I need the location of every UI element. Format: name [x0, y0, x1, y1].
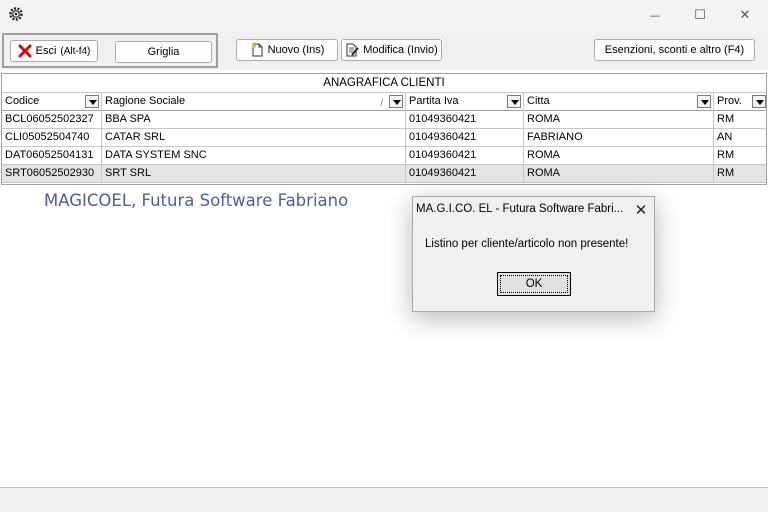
new-button[interactable]: Nuovo (Ins)	[236, 39, 338, 61]
column-header-prov[interactable]: Prov.	[714, 93, 768, 111]
column-header-citta[interactable]: Citta	[524, 93, 714, 111]
cell-prov[interactable]: RM	[714, 165, 768, 183]
exit-shortcut: (Alt-f4)	[60, 45, 91, 57]
dropdown-arrow-icon[interactable]	[389, 95, 403, 108]
toolbar: Esci (Alt-f4) Griglia Nuovo (Ins) Modifi…	[0, 30, 768, 70]
maximize-button[interactable]: ☐	[677, 0, 723, 30]
table-row[interactable]: DAT06052504131 DATA SYSTEM SNC 010493604…	[2, 147, 766, 165]
message-dialog: MA.G.I.CO. EL - Futura Software Fabri...…	[412, 196, 655, 312]
dialog-title: MA.G.I.CO. EL - Futura Software Fabri...	[416, 203, 624, 215]
new-document-icon	[251, 43, 263, 57]
column-header-label: Codice	[5, 95, 40, 107]
dialog-close-button[interactable]: ✕	[631, 200, 651, 220]
grid-label: Griglia	[147, 46, 180, 58]
dropdown-arrow-icon[interactable]	[85, 95, 99, 108]
cell-citta[interactable]: ROMA	[524, 165, 714, 183]
exit-label: Esci	[35, 45, 57, 57]
column-header-label: Prov.	[717, 95, 742, 107]
table-row[interactable]: CLI05052504740 CATAR SRL 01049360421 FAB…	[2, 129, 766, 147]
ok-label: OK	[500, 275, 568, 293]
column-header-ragione-sociale[interactable]: Ragione Sociale /	[102, 93, 406, 111]
ok-button[interactable]: OK	[497, 272, 571, 296]
maximize-icon: ☐	[694, 7, 706, 23]
close-icon: ✕	[634, 201, 648, 219]
company-watermark: MAGICOEL, Futura Software Fabriano	[44, 191, 349, 210]
table-row[interactable]: BCL06052502327 BBA SPA 01049360421 ROMA …	[2, 111, 766, 129]
cell-partita-iva[interactable]: 01049360421	[406, 165, 524, 183]
grid-header-row: Codice Ragione Sociale / Partita Iva Cit…	[2, 93, 766, 111]
status-bar	[0, 487, 768, 512]
exemptions-button[interactable]: Esenzioni, sconti e altro (F4)	[594, 39, 755, 61]
sort-indicator-icon: /	[380, 98, 383, 109]
dropdown-arrow-icon[interactable]	[697, 95, 711, 108]
cell-citta[interactable]: FABRIANO	[524, 129, 714, 147]
new-label: Nuovo (Ins)	[267, 44, 325, 56]
column-header-label: Citta	[527, 95, 550, 107]
column-header-label: Ragione Sociale	[105, 95, 186, 107]
cell-codice[interactable]: DAT06052504131	[2, 147, 102, 165]
cell-ragione-sociale[interactable]: BBA SPA	[102, 111, 406, 129]
cell-prov[interactable]: AN	[714, 129, 768, 147]
cell-prov[interactable]: RM	[714, 147, 768, 165]
customers-grid: ANAGRAFICA CLIENTI Codice Ragione Social…	[1, 73, 767, 185]
dropdown-arrow-icon[interactable]	[752, 95, 766, 108]
column-header-codice[interactable]: Codice	[2, 93, 102, 111]
edit-document-icon	[346, 43, 359, 57]
minimize-icon: —	[649, 8, 661, 22]
cell-prov[interactable]: RM	[714, 111, 768, 129]
edit-label: Modifica (Invio)	[363, 44, 438, 56]
grid-caption: ANAGRAFICA CLIENTI	[2, 74, 766, 93]
cell-ragione-sociale[interactable]: SRT SRL	[102, 165, 406, 183]
column-header-label: Partita Iva	[409, 95, 459, 107]
minimize-button[interactable]: —	[632, 0, 678, 30]
cell-codice[interactable]: SRT06052502930	[2, 165, 102, 183]
close-icon: ✕	[739, 7, 751, 23]
cell-partita-iva[interactable]: 01049360421	[406, 111, 524, 129]
grid-button[interactable]: Griglia	[115, 41, 212, 63]
cell-citta[interactable]: ROMA	[524, 111, 714, 129]
close-button[interactable]: ✕	[722, 0, 768, 30]
exit-button[interactable]: Esci (Alt-f4)	[10, 40, 98, 62]
column-header-partita-iva[interactable]: Partita Iva	[406, 93, 524, 111]
cell-citta[interactable]: ROMA	[524, 147, 714, 165]
cell-partita-iva[interactable]: 01049360421	[406, 129, 524, 147]
cell-partita-iva[interactable]: 01049360421	[406, 147, 524, 165]
exemptions-label: Esenzioni, sconti e altro (F4)	[604, 44, 745, 56]
gear-app-icon[interactable]	[8, 6, 24, 22]
dropdown-arrow-icon[interactable]	[507, 95, 521, 108]
edit-button[interactable]: Modifica (Invio)	[341, 39, 442, 61]
cell-codice[interactable]: CLI05052504740	[2, 129, 102, 147]
table-row-selected[interactable]: SRT06052502930 SRT SRL 01049360421 ROMA …	[2, 165, 766, 183]
title-bar: — ☐ ✕	[0, 0, 768, 30]
cell-ragione-sociale[interactable]: DATA SYSTEM SNC	[102, 147, 406, 165]
cell-ragione-sociale[interactable]: CATAR SRL	[102, 129, 406, 147]
red-x-icon	[18, 44, 32, 58]
cell-codice[interactable]: BCL06052502327	[2, 111, 102, 129]
dialog-message: Listino per cliente/articolo non present…	[425, 238, 629, 250]
